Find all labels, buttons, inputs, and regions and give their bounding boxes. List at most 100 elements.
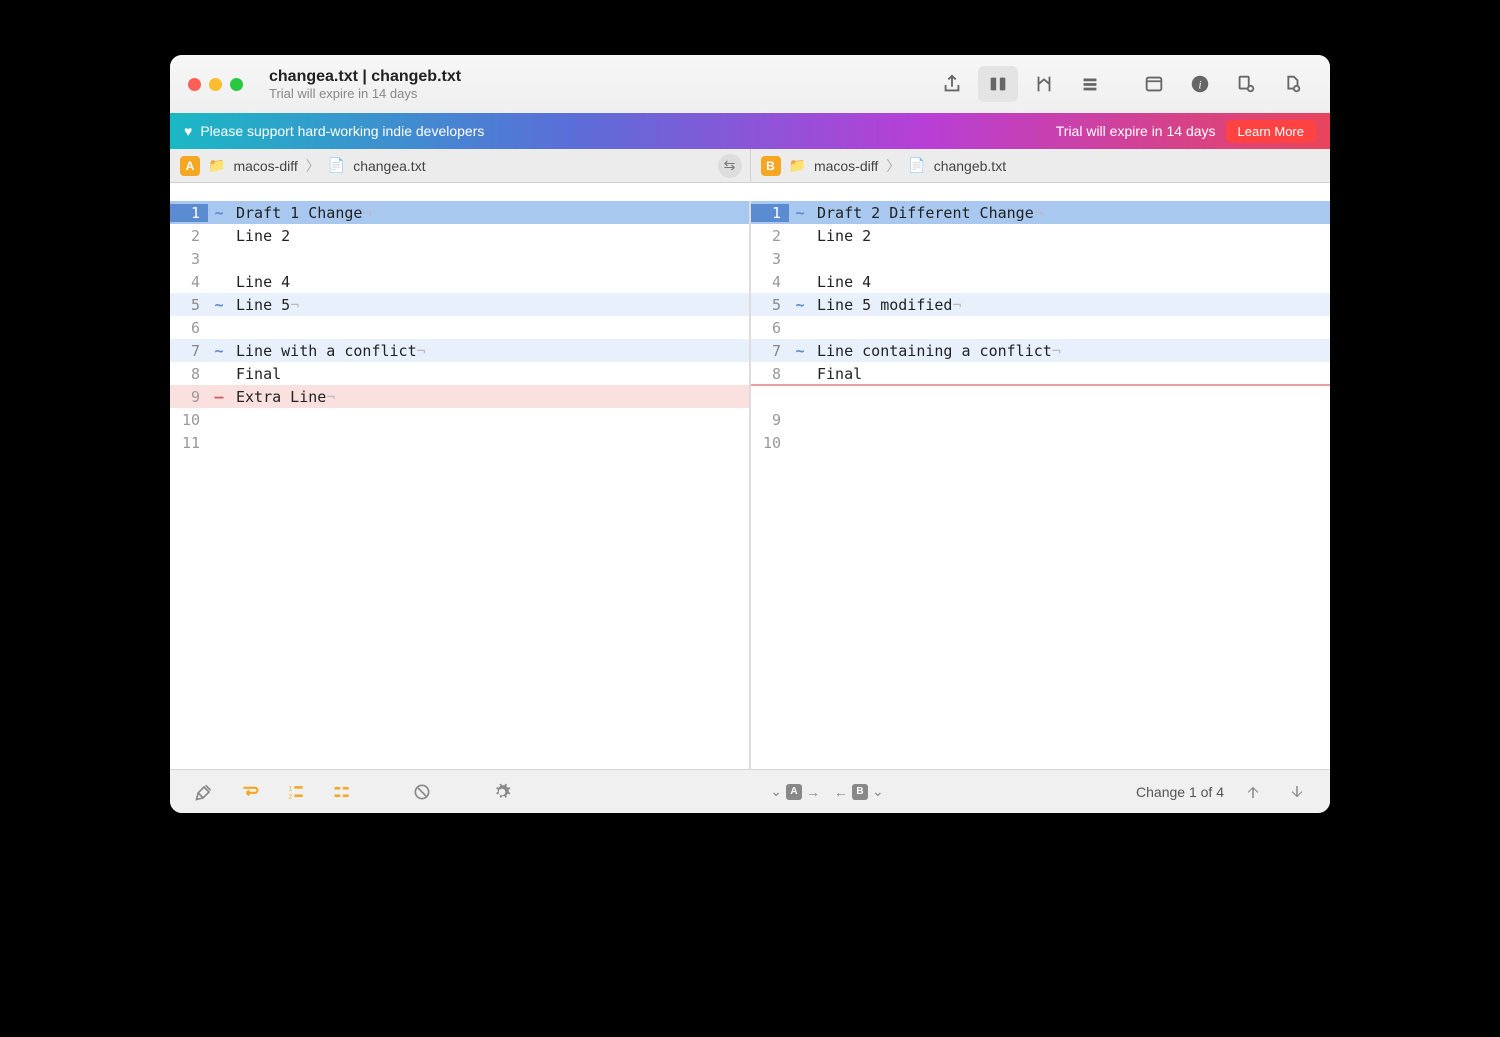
code-line[interactable]: 6 — [170, 316, 749, 339]
diff-mark: ~ — [208, 342, 230, 360]
code-line[interactable]: 2 Line 2 — [170, 224, 749, 247]
diff-mark: ~ — [208, 204, 230, 222]
info-icon[interactable]: i — [1180, 66, 1220, 102]
line-number: 8 — [170, 365, 208, 383]
code-line[interactable]: 8Final — [751, 362, 1330, 385]
diff-mark: ~ — [789, 204, 811, 222]
minimize-button[interactable] — [209, 78, 222, 91]
view-merge-icon[interactable] — [1024, 66, 1064, 102]
chevron-icon: 〉 — [306, 156, 320, 176]
line-number: 7 — [170, 342, 208, 360]
close-button[interactable] — [188, 78, 201, 91]
line-content: Line 4 — [811, 273, 1330, 291]
code-line[interactable]: 3 — [751, 247, 1330, 270]
line-content: Line 5¬ — [230, 296, 749, 314]
code-line[interactable]: 1~Draft 2 Different Change¬ — [751, 201, 1330, 224]
code-line[interactable]: 9 — [751, 408, 1330, 431]
change-status: Change 1 of 4 — [1136, 784, 1224, 800]
mini-badge-a: A — [786, 784, 802, 800]
view-unified-icon[interactable] — [1070, 66, 1110, 102]
line-number: 4 — [170, 273, 208, 291]
add-right-icon[interactable] — [1272, 66, 1312, 102]
code-line[interactable]: 7~Line containing a conflict¬ — [751, 339, 1330, 362]
app-window: changea.txt | changeb.txt Trial will exp… — [170, 55, 1330, 813]
line-number: 5 — [751, 296, 789, 314]
path-right[interactable]: B 📁 macos-diff 〉 📄 changeb.txt — [751, 149, 1331, 182]
line-number: 8 — [751, 365, 789, 383]
titlebar: changea.txt | changeb.txt Trial will exp… — [170, 55, 1330, 113]
learn-more-button[interactable]: Learn More — [1226, 120, 1316, 143]
line-content: Line 4 — [230, 273, 749, 291]
add-left-icon[interactable] — [1226, 66, 1266, 102]
line-numbers-icon[interactable]: 12 — [280, 776, 312, 808]
heart-icon: ♥ — [184, 123, 192, 139]
code-line[interactable]: 9—Extra Line¬ — [170, 385, 749, 408]
code-line[interactable]: 10 — [751, 431, 1330, 454]
code-line[interactable]: 1~Draft 1 Change¬ — [170, 201, 749, 224]
diff-area: 1~Draft 1 Change¬2Line 234Line 45~Line 5… — [170, 183, 1330, 769]
code-line[interactable]: 7~Line with a conflict¬ — [170, 339, 749, 362]
path-headers: A 📁 macos-diff 〉 📄 changea.txt ⇆ B 📁 mac… — [170, 149, 1330, 183]
line-number: 7 — [751, 342, 789, 360]
window-title: changea.txt | changeb.txt — [269, 68, 924, 86]
line-number: 1 — [751, 204, 789, 222]
wrap-icon[interactable] — [234, 776, 266, 808]
diff-mark: ~ — [789, 296, 811, 314]
line-content: Draft 1 Change¬ — [230, 204, 749, 222]
banner-message: Please support hard-working indie develo… — [200, 123, 1055, 139]
whitespace-icon[interactable] — [326, 776, 358, 808]
code-line[interactable] — [751, 385, 1330, 408]
code-line[interactable]: 10 — [170, 408, 749, 431]
settings-icon[interactable] — [486, 776, 518, 808]
diff-mark: ~ — [208, 296, 230, 314]
code-line[interactable]: 8Final — [170, 362, 749, 385]
prev-change-button[interactable] — [1238, 777, 1268, 807]
code-line[interactable]: 4 Line 4 — [170, 270, 749, 293]
line-number: 11 — [170, 434, 208, 452]
trial-banner: ♥ Please support hard-working indie deve… — [170, 113, 1330, 149]
code-line[interactable]: 11 — [170, 431, 749, 454]
folder-b: macos-diff — [814, 158, 878, 174]
view-split-icon[interactable] — [978, 66, 1018, 102]
copy-right-group[interactable]: ← B ⌄ — [834, 783, 884, 800]
arrow-left-icon: ← — [834, 784, 848, 800]
path-left[interactable]: A 📁 macos-diff 〉 📄 changea.txt ⇆ — [170, 149, 751, 182]
footer: 12 ⌄ A → ← B ⌄ Change 1 of 4 — [170, 769, 1330, 813]
line-number: 6 — [751, 319, 789, 337]
line-number: 3 — [170, 250, 208, 268]
code-line[interactable]: 3 — [170, 247, 749, 270]
line-content: Line 2 — [811, 227, 1330, 245]
folder-icon: 📁 — [789, 157, 806, 174]
line-content: Line 2 — [230, 227, 749, 245]
chevron-icon: 〉 — [886, 156, 900, 176]
window-mode-icon[interactable] — [1134, 66, 1174, 102]
code-line[interactable]: 4Line 4 — [751, 270, 1330, 293]
code-line[interactable]: 2Line 2 — [751, 224, 1330, 247]
pane-right[interactable]: 1~Draft 2 Different Change¬2Line 234Line… — [751, 201, 1330, 769]
svg-text:1: 1 — [289, 785, 293, 792]
traffic-lights — [188, 78, 243, 91]
code-line[interactable]: 6 — [751, 316, 1330, 339]
copy-left-group[interactable]: ⌄ A → — [770, 783, 820, 800]
chevron-down-icon: ⌄ — [872, 783, 884, 800]
line-content: Line with a conflict¬ — [230, 342, 749, 360]
next-change-button[interactable] — [1282, 777, 1312, 807]
share-icon[interactable] — [932, 66, 972, 102]
diff-mark: — — [208, 388, 230, 406]
line-number: 9 — [751, 411, 789, 429]
line-content: Draft 2 Different Change¬ — [811, 204, 1330, 222]
folder-a: macos-diff — [233, 158, 297, 174]
line-number: 2 — [170, 227, 208, 245]
line-number: 1 — [170, 204, 208, 222]
line-number: 9 — [170, 388, 208, 406]
arrow-right-icon: → — [806, 784, 820, 800]
broom-icon[interactable] — [188, 776, 220, 808]
pane-left[interactable]: 1~Draft 1 Change¬2Line 234Line 45~Line 5… — [170, 201, 751, 769]
line-content: Line containing a conflict¬ — [811, 342, 1330, 360]
swap-button[interactable]: ⇆ — [718, 154, 742, 178]
folder-icon: 📁 — [208, 157, 225, 174]
code-line[interactable]: 5~Line 5 modified¬ — [751, 293, 1330, 316]
filter-icon[interactable] — [406, 776, 438, 808]
zoom-button[interactable] — [230, 78, 243, 91]
code-line[interactable]: 5~Line 5¬ — [170, 293, 749, 316]
